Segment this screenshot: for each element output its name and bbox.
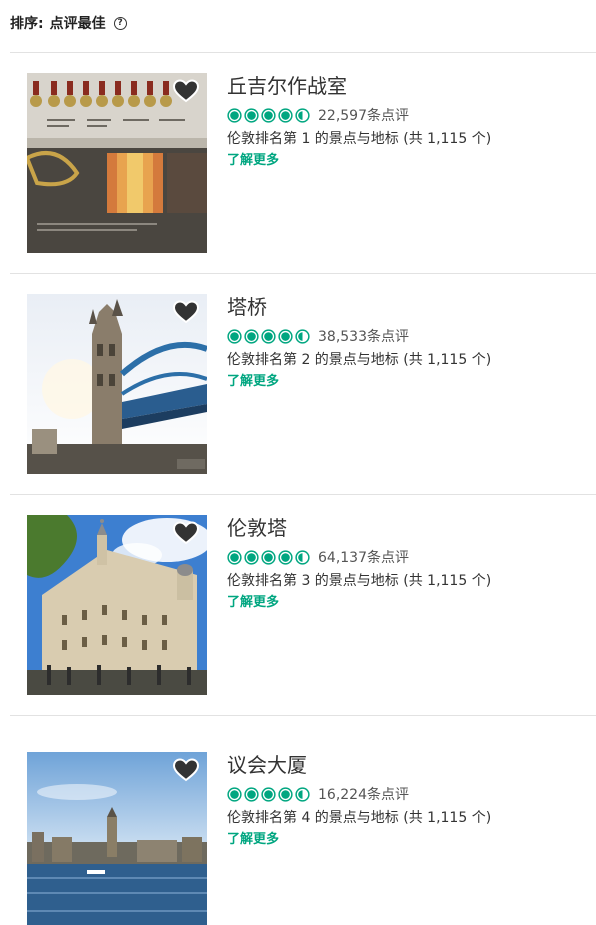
learn-more-link[interactable]: 了解更多 — [227, 373, 491, 391]
rating-bubbles — [227, 786, 310, 802]
full-bubble-icon — [227, 107, 242, 123]
heart-icon[interactable] — [173, 300, 199, 324]
attraction-photo[interactable] — [27, 752, 207, 925]
full-bubble-icon — [278, 549, 293, 565]
attraction-info: 议会大厦 16,224条点评 伦敦排名第 4 的景点与地标 (共 1,115 个… — [227, 752, 491, 849]
rating-row: 16,224条点评 — [227, 785, 491, 803]
attraction-card: 塔桥 38,533条点评 伦敦排名第 2 的景点与地标 (共 1,115 个) … — [27, 294, 587, 474]
heart-icon[interactable] — [173, 521, 199, 545]
rating-row: 64,137条点评 — [227, 548, 491, 566]
full-bubble-icon — [261, 328, 276, 344]
review-count[interactable]: 38,533条点评 — [318, 326, 409, 346]
full-bubble-icon — [244, 328, 259, 344]
attraction-info: 伦敦塔 64,137条点评 伦敦排名第 3 的景点与地标 (共 1,115 个)… — [227, 515, 491, 612]
attraction-title[interactable]: 丘吉尔作战室 — [227, 73, 491, 99]
full-bubble-icon — [227, 549, 242, 565]
sort-value[interactable]: 点评最佳 — [50, 13, 106, 33]
full-bubble-icon — [261, 549, 276, 565]
attraction-title[interactable]: 伦敦塔 — [227, 515, 491, 541]
half-bubble-icon — [295, 786, 310, 802]
attraction-info: 塔桥 38,533条点评 伦敦排名第 2 的景点与地标 (共 1,115 个) … — [227, 294, 491, 391]
attraction-photo[interactable] — [27, 515, 207, 695]
sort-label: 排序: — [10, 16, 44, 32]
learn-more-link[interactable]: 了解更多 — [227, 594, 491, 612]
full-bubble-icon — [261, 786, 276, 802]
rating-bubbles — [227, 549, 310, 565]
full-bubble-icon — [227, 786, 242, 802]
attraction-photo[interactable] — [27, 73, 207, 253]
rating-bubbles — [227, 107, 310, 123]
half-bubble-icon — [295, 107, 310, 123]
help-icon[interactable]: ? — [113, 16, 127, 30]
review-count[interactable]: 22,597条点评 — [318, 105, 409, 125]
attraction-card: 丘吉尔作战室 22,597条点评 伦敦排名第 1 的景点与地标 (共 1,115… — [27, 73, 587, 253]
rating-bubbles — [227, 328, 310, 344]
divider — [10, 273, 596, 274]
full-bubble-icon — [278, 328, 293, 344]
ranking-text: 伦敦排名第 2 的景点与地标 (共 1,115 个) — [227, 352, 492, 368]
rating-row: 38,533条点评 — [227, 327, 491, 345]
divider — [10, 52, 596, 53]
half-bubble-icon — [295, 328, 310, 344]
divider — [10, 715, 596, 716]
ranking-text: 伦敦排名第 4 的景点与地标 (共 1,115 个) — [227, 810, 492, 826]
heart-icon[interactable] — [173, 758, 199, 782]
full-bubble-icon — [244, 549, 259, 565]
review-count[interactable]: 64,137条点评 — [318, 547, 409, 567]
half-bubble-icon — [295, 549, 310, 565]
heart-icon[interactable] — [173, 79, 199, 103]
full-bubble-icon — [261, 107, 276, 123]
full-bubble-icon — [227, 328, 242, 344]
attraction-card: 议会大厦 16,224条点评 伦敦排名第 4 的景点与地标 (共 1,115 个… — [27, 752, 587, 925]
rating-row: 22,597条点评 — [227, 106, 491, 124]
full-bubble-icon — [278, 107, 293, 123]
attraction-title[interactable]: 塔桥 — [227, 294, 491, 320]
divider — [10, 494, 596, 495]
ranking-text: 伦敦排名第 1 的景点与地标 (共 1,115 个) — [227, 131, 492, 147]
attraction-card: 伦敦塔 64,137条点评 伦敦排名第 3 的景点与地标 (共 1,115 个)… — [27, 515, 587, 695]
full-bubble-icon — [278, 786, 293, 802]
learn-more-link[interactable]: 了解更多 — [227, 152, 491, 170]
full-bubble-icon — [244, 786, 259, 802]
sort-bar: 排序: 点评最佳 ? — [10, 12, 127, 34]
ranking-text: 伦敦排名第 3 的景点与地标 (共 1,115 个) — [227, 573, 492, 589]
attraction-info: 丘吉尔作战室 22,597条点评 伦敦排名第 1 的景点与地标 (共 1,115… — [227, 73, 491, 170]
review-count[interactable]: 16,224条点评 — [318, 784, 409, 804]
full-bubble-icon — [244, 107, 259, 123]
learn-more-link[interactable]: 了解更多 — [227, 831, 491, 849]
attraction-photo[interactable] — [27, 294, 207, 474]
attraction-title[interactable]: 议会大厦 — [227, 752, 491, 778]
